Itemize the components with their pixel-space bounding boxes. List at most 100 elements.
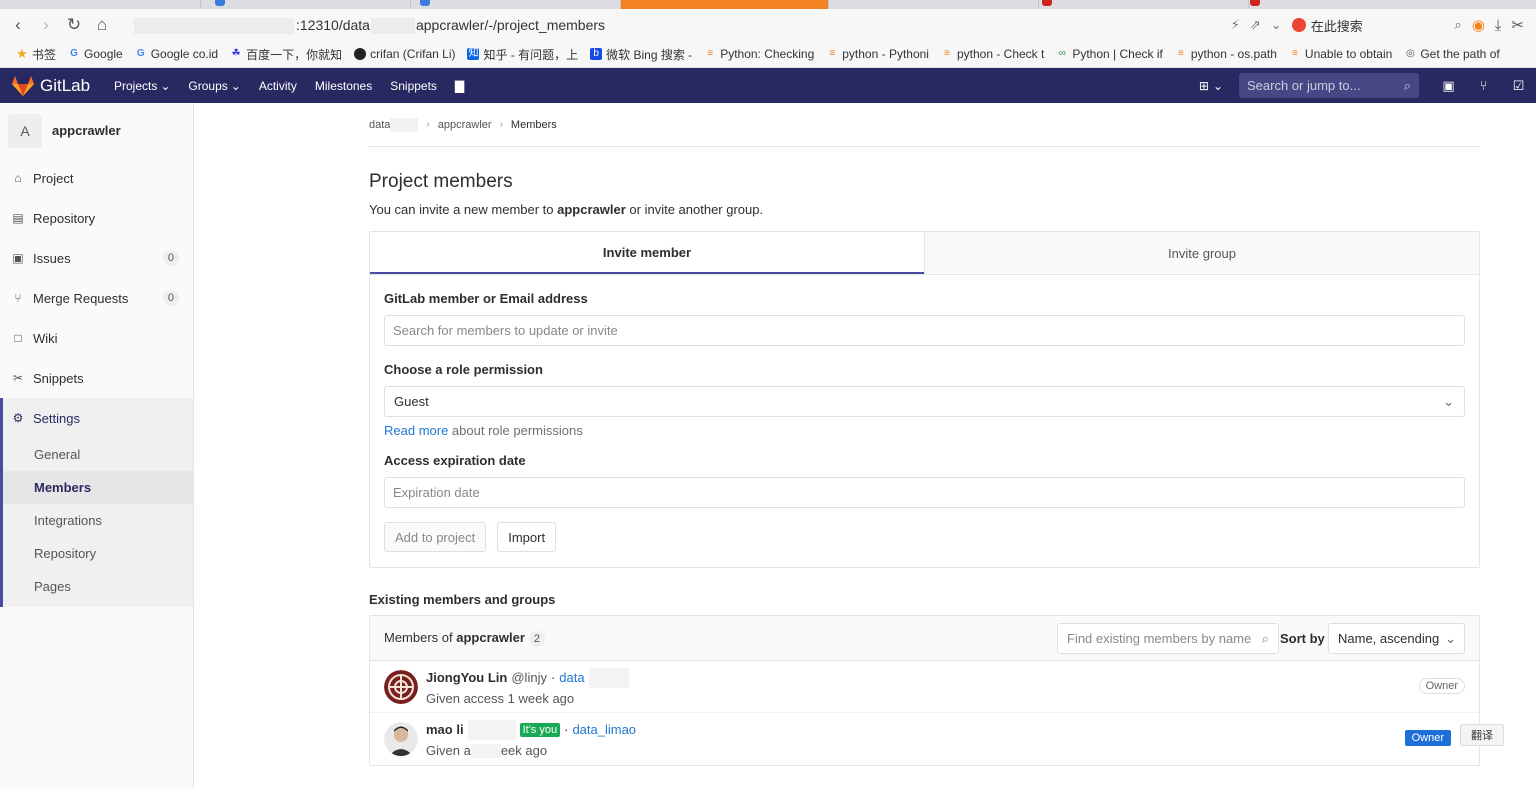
bookmark-item[interactable]: crifan (Crifan Li) [348, 47, 461, 61]
scissors-icon[interactable]: ✂ [1511, 16, 1524, 34]
merge-request-icon: ⑂ [14, 291, 22, 305]
bookmark-item[interactable]: ≡ python - Pythoni [820, 47, 935, 61]
bookmark-item[interactable]: ≡ Unable to obtain [1283, 47, 1398, 61]
member-name[interactable]: JiongYou Lin [426, 670, 507, 685]
browser-tab[interactable] [200, 0, 410, 9]
browser-tab[interactable] [410, 0, 620, 9]
member-search-input[interactable]: Search for members to update or invite [384, 315, 1465, 346]
bookmark-item[interactable]: ∞ Python | Check if [1050, 47, 1169, 61]
avatar[interactable] [384, 722, 418, 756]
bookmark-item[interactable]: b 微软 Bing 搜索 - [584, 46, 698, 63]
sidebar-subitem-integrations[interactable]: Integrations [3, 504, 193, 537]
sidebar-item-settings[interactable]: ⚙ Settings [3, 398, 193, 438]
browser-tab[interactable] [828, 0, 1038, 9]
search-icon: ⌕ [1261, 630, 1269, 646]
back-icon[interactable]: ‹ [4, 11, 32, 39]
search-icon[interactable]: ⌕ [1454, 17, 1461, 33]
nav-projects[interactable]: Projects ⌄ [105, 79, 179, 93]
bookmark-item[interactable]: G Google co.id [129, 47, 224, 61]
search-placeholder: Search or jump to... [1247, 78, 1361, 93]
browser-tab-active[interactable] [620, 0, 828, 9]
bookmark-label: python - Check t [956, 47, 1045, 61]
member-group-link[interactable]: data [559, 670, 584, 685]
bookmark-item[interactable]: ◎ Get the path of [1398, 47, 1505, 61]
add-to-project-button[interactable]: Add to project [384, 522, 487, 552]
bookmark-item[interactable]: G Google [62, 47, 129, 61]
bookmark-label: Google co.id [150, 47, 219, 61]
members-count-badge: 2 [528, 630, 546, 647]
bookmark-item[interactable]: ≡ python - os.path [1169, 47, 1283, 61]
avatar[interactable] [384, 669, 418, 704]
browser-tab[interactable] [1038, 0, 1248, 9]
chevron-down-icon[interactable]: ⌄ [1271, 17, 1282, 33]
github-icon [354, 48, 367, 60]
desc-text: You can invite a new member to [369, 202, 558, 217]
google-icon: G [70, 48, 78, 59]
sidebar-subitem-repository[interactable]: Repository [3, 537, 193, 570]
bookmark-label: 微软 Bing 搜索 - [606, 47, 693, 62]
download-icon[interactable]: ⤓ [1495, 17, 1502, 34]
sidebar-project-header[interactable]: A appcrawler [0, 103, 193, 158]
sidebar-item-issues[interactable]: ▣ Issues 0 [0, 238, 193, 278]
sidebar-subitem-members[interactable]: Members [3, 471, 193, 504]
gitlab-logo[interactable]: GitLab [0, 75, 105, 96]
gamepad-icon[interactable]: ◉ [1472, 16, 1485, 34]
chart-icon[interactable]: ▇ [446, 79, 473, 93]
new-dropdown[interactable]: ⊞ ⌄ [1199, 79, 1223, 93]
sidebar-item-merge-requests[interactable]: ⑂ Merge Requests 0 [0, 278, 193, 318]
read-more-link[interactable]: Read more [384, 423, 448, 438]
members-panel-header: Members of appcrawler 2 Find existing mem… [370, 616, 1479, 661]
todo-icon[interactable]: ☑ [1501, 78, 1536, 94]
sidebar-item-label: Merge Requests [33, 290, 129, 306]
search-input[interactable]: Search or jump to... ⌕ [1239, 73, 1419, 98]
role-field-label: Choose a role permission [384, 362, 543, 377]
nav-groups[interactable]: Groups ⌄ [179, 79, 249, 93]
sidebar-item-wiki[interactable]: □ Wiki [0, 318, 193, 358]
expiration-date-input[interactable]: Expiration date [384, 477, 1465, 508]
tab-invite-group[interactable]: Invite group [924, 232, 1479, 274]
expiration-placeholder: Expiration date [393, 485, 480, 500]
breadcrumb-project[interactable]: appcrawler [438, 119, 492, 131]
tab-invite-member[interactable]: Invite member [370, 232, 924, 274]
nav-activity[interactable]: Activity [250, 79, 306, 93]
translate-popup[interactable]: 翻译 [1460, 724, 1504, 746]
sidebar-subitem-pages[interactable]: Pages [3, 570, 193, 603]
nav-milestones[interactable]: Milestones [306, 79, 381, 93]
breadcrumb-separator-icon: › [426, 119, 430, 130]
merge-request-icon[interactable]: ⑂ [1466, 78, 1501, 93]
bookmark-label: Python | Check if [1072, 47, 1163, 61]
sidebar-item-snippets[interactable]: ✂ Snippets [0, 358, 193, 398]
bookmark-item[interactable]: ≡ python - Check t [935, 47, 1050, 61]
its-you-badge: It's you [519, 722, 561, 737]
sidebar-item-repository[interactable]: ▤ Repository [0, 198, 193, 238]
share-icon[interactable]: ⇗ [1250, 17, 1261, 33]
lightning-icon[interactable]: ⚡ [1231, 17, 1240, 33]
page-description: You can invite a new member to appcrawle… [369, 202, 1480, 217]
find-members-input[interactable]: Find existing members by name ⌕ [1057, 623, 1279, 654]
stackoverflow-icon: ≡ [829, 48, 836, 59]
sort-dropdown[interactable]: Name, ascending ⌄ [1328, 623, 1465, 654]
sidebar-subitem-general[interactable]: General [3, 438, 193, 471]
browser-tab[interactable] [1248, 0, 1458, 9]
bookmark-item[interactable]: 知知乎 - 有问题，上 [461, 46, 584, 63]
role-select[interactable]: Guest ⌄ [384, 386, 1465, 417]
nav-snippets[interactable]: Snippets [381, 79, 446, 93]
forward-icon[interactable]: › [32, 11, 60, 39]
member-name[interactable]: mao li [426, 722, 464, 737]
reload-icon[interactable]: ↻ [60, 11, 88, 39]
project-sidebar: A appcrawler ⌂ Project ▤ Repository ▣ Issue… [0, 103, 194, 789]
url-field[interactable]: :12310/data appcrawler/-/project_members [134, 17, 605, 35]
bookmark-item[interactable]: ★ 书签 [10, 46, 62, 63]
issues-icon[interactable]: ▣ [1431, 78, 1466, 94]
chevron-down-icon: ⌄ [160, 78, 171, 93]
browser-search-box[interactable]: 在此搜索 ⌕ [1291, 16, 1462, 35]
member-group-link[interactable]: data_limao [572, 722, 636, 737]
bookmark-item[interactable]: ☘ 百度一下，你就知 [224, 46, 348, 63]
sidebar-item-project[interactable]: ⌂ Project [0, 158, 193, 198]
google-icon: G [136, 48, 145, 59]
bookmark-item[interactable]: ≡ Python: Checking [698, 47, 820, 61]
breadcrumb-group[interactable]: data [369, 117, 419, 132]
home-icon[interactable]: ⌂ [88, 11, 116, 39]
sidebar-item-label: Issues [33, 250, 71, 266]
import-button[interactable]: Import [497, 522, 557, 552]
